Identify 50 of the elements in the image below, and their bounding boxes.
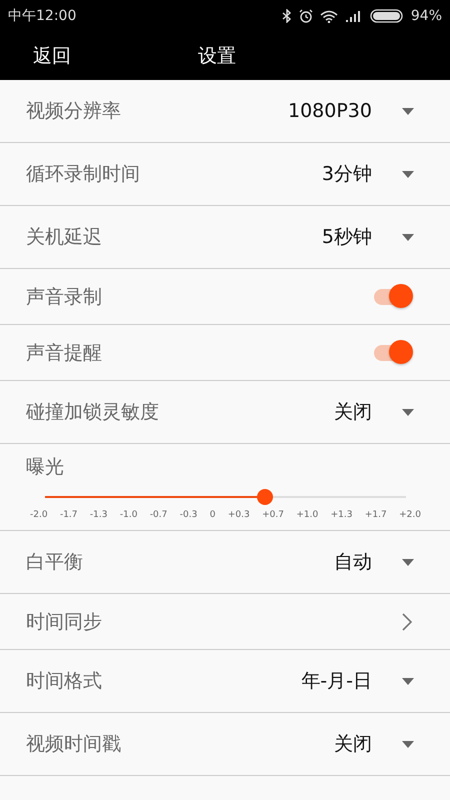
setting-value[interactable]: 关闭 xyxy=(334,731,372,757)
toggle-switch[interactable] xyxy=(372,340,414,366)
setting-label: 关机延迟 xyxy=(26,225,103,250)
setting-label: 曝光 xyxy=(26,455,65,480)
dropdown-caret-icon[interactable] xyxy=(402,108,414,114)
setting-label: 视频分辨率 xyxy=(26,99,122,124)
tick-label: -0.3 xyxy=(180,510,198,520)
signal-icon xyxy=(344,10,363,22)
tick-label: +1.3 xyxy=(330,510,352,520)
battery-icon xyxy=(370,9,404,23)
tick-label: +0.7 xyxy=(262,510,284,520)
tick-label: -1.0 xyxy=(120,510,138,520)
setting-label: 白平衡 xyxy=(26,550,84,575)
dropdown-caret-icon[interactable] xyxy=(402,740,414,748)
setting-value[interactable]: 关闭 xyxy=(334,399,372,425)
setting-value[interactable]: 自动 xyxy=(334,549,372,575)
dropdown-caret-icon[interactable] xyxy=(402,408,414,416)
battery-level: 94% xyxy=(410,8,442,24)
back-button[interactable]: 返回 xyxy=(33,43,71,69)
alarm-clock-icon xyxy=(298,9,313,23)
setting-label: 视频时间戳 xyxy=(26,732,122,757)
setting-label: 声音提醒 xyxy=(26,340,103,366)
tick-label: -1.3 xyxy=(90,510,108,520)
tick-label: +1.7 xyxy=(364,510,387,520)
chevron-right-icon[interactable] xyxy=(402,612,412,630)
tick-label: +1.0 xyxy=(296,510,318,520)
setting-value[interactable]: 年-月-日 xyxy=(301,668,372,694)
dropdown-caret-icon[interactable] xyxy=(402,558,414,566)
tick-label: +2.0 xyxy=(399,510,421,520)
setting-label: 碰撞加锁灵敏度 xyxy=(26,400,160,425)
dropdown-caret-icon[interactable] xyxy=(402,170,414,178)
wifi-icon xyxy=(320,10,338,22)
setting-label: 声音录制 xyxy=(26,284,103,310)
page-title: 设置 xyxy=(198,44,236,69)
status-time: 中午12:00 xyxy=(8,7,76,25)
tick-label: -1.7 xyxy=(60,510,78,520)
tick-label: -0.7 xyxy=(150,510,168,520)
setting-label: 时间同步 xyxy=(26,610,103,634)
setting-value[interactable]: 1080P30 xyxy=(288,100,372,122)
setting-label: 时间格式 xyxy=(26,669,103,694)
setting-value[interactable]: 5秒钟 xyxy=(322,224,372,250)
tick-label: +0.3 xyxy=(228,510,250,520)
setting-label: 循环录制时间 xyxy=(26,162,141,187)
dropdown-caret-icon[interactable] xyxy=(402,234,414,240)
tick-label: -2.0 xyxy=(30,510,48,520)
setting-value[interactable]: 3分钟 xyxy=(322,161,372,187)
toggle-switch[interactable] xyxy=(372,284,414,310)
bluetooth-icon xyxy=(282,9,292,23)
tick-label: 0 xyxy=(210,510,216,520)
dropdown-caret-icon[interactable] xyxy=(402,678,414,684)
